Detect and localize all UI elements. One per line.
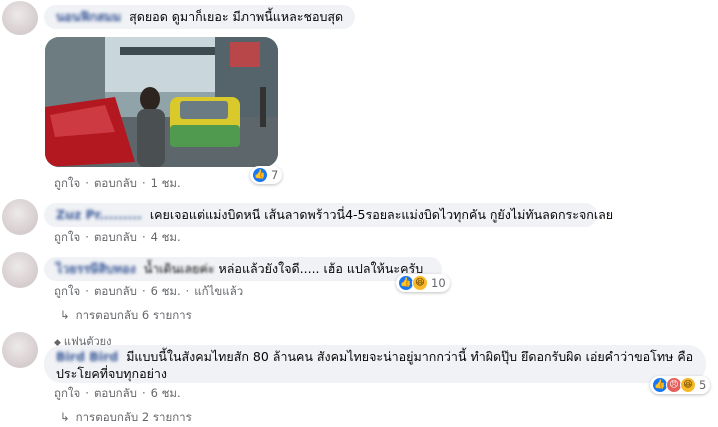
view-replies-link[interactable]: ↳ การตอบกลับ 6 รายการ bbox=[60, 307, 192, 325]
comment-author[interactable]: Bird Bird bbox=[56, 349, 118, 364]
reaction-count: 5 bbox=[699, 378, 707, 392]
comment-photo[interactable] bbox=[45, 37, 278, 167]
comment-text: มีแบบนี้ในสังคมไทยสัก 80 ล้านคน สังคมไทย… bbox=[56, 349, 694, 381]
comment-author[interactable]: ไวยรรษีสิบทอง bbox=[56, 261, 136, 276]
comment-actions: ถูกใจ · ตอบกลับ · 4 ชม. bbox=[54, 229, 181, 247]
like-link[interactable]: ถูกใจ bbox=[54, 283, 80, 301]
like-link[interactable]: ถูกใจ bbox=[54, 385, 80, 403]
comment-bubble: Bird Bird มีแบบนี้ในสังคมไทยสัก 80 ล้านค… bbox=[44, 345, 706, 383]
timestamp[interactable]: 4 ชม. bbox=[151, 229, 181, 247]
comment-text: เคยเจอแต่แม่งบิดหนี เส้นลาดพร้าวนี่4-5รอ… bbox=[149, 207, 614, 222]
comment-bubble: Zuz Pr......... เคยเจอแต่แม่งบิดหนี เส้น… bbox=[44, 203, 613, 227]
commenter-avatar[interactable] bbox=[2, 1, 38, 35]
comment-author[interactable]: Zuz Pr......... bbox=[56, 207, 142, 222]
street-scene-image bbox=[45, 37, 278, 167]
reaction-summary[interactable]: 👍 😆 10 bbox=[396, 274, 450, 292]
reply-link[interactable]: ตอบกลับ bbox=[94, 283, 137, 301]
comment-text-hidden: น้ำเดินเลยค่ะ bbox=[143, 261, 215, 276]
reply-link[interactable]: ตอบกลับ bbox=[94, 385, 137, 403]
reply-arrow-icon: ↳ bbox=[60, 308, 70, 322]
like-link[interactable]: ถูกใจ bbox=[54, 175, 80, 193]
thumbs-up-icon: 👍 bbox=[252, 167, 268, 183]
comment-bubble: นอนฟิกสมม สุดยอด ดูมาก็เยอะ มีภาพนี้แหละ… bbox=[44, 5, 356, 29]
haha-face-icon: 😆 bbox=[412, 275, 428, 291]
reply-link[interactable]: ตอบกลับ bbox=[94, 229, 137, 247]
timestamp[interactable]: 6 ชม. bbox=[151, 283, 181, 301]
view-replies-link[interactable]: ↳ การตอบกลับ 2 รายการ bbox=[60, 409, 192, 427]
comment-actions: ถูกใจ · ตอบกลับ · 1 ชม. bbox=[54, 175, 181, 193]
timestamp[interactable]: 1 ชม. bbox=[151, 175, 181, 193]
commenter-avatar[interactable] bbox=[2, 332, 38, 368]
comment-bubble: ไวยรรษีสิบทอง น้ำเดินเลยค่ะ หล่อแล้วยังใ… bbox=[44, 257, 442, 281]
reaction-count: 7 bbox=[271, 168, 279, 182]
like-link[interactable]: ถูกใจ bbox=[54, 229, 80, 247]
reaction-summary[interactable]: 👍 7 bbox=[250, 166, 283, 184]
haha-face-icon: 😆 bbox=[680, 377, 696, 393]
replies-count: การตอบกลับ 2 รายการ bbox=[75, 410, 192, 424]
reply-link[interactable]: ตอบกลับ bbox=[94, 175, 137, 193]
comment-actions: ถูกใจ · ตอบกลับ · 6 ชม. · แก้ไขแล้ว bbox=[54, 283, 243, 301]
comment-text: สุดยอด ดูมาก็เยอะ มีภาพนี้แหละชอบสุด bbox=[129, 9, 344, 24]
reply-arrow-icon: ↳ bbox=[60, 410, 70, 424]
reaction-count: 10 bbox=[431, 276, 446, 290]
commenter-avatar[interactable] bbox=[2, 199, 38, 235]
comment-author[interactable]: นอนฟิกสมม bbox=[56, 9, 121, 24]
reaction-summary[interactable]: 👍 😠 😆 5 bbox=[650, 376, 711, 394]
timestamp[interactable]: 6 ชม. bbox=[151, 385, 181, 403]
edited-label[interactable]: แก้ไขแล้ว bbox=[194, 283, 243, 301]
comment-actions: ถูกใจ · ตอบกลับ · 6 ชม. bbox=[54, 385, 181, 403]
commenter-avatar[interactable] bbox=[2, 252, 38, 288]
replies-count: การตอบกลับ 6 รายการ bbox=[75, 308, 192, 322]
comment-text: หล่อแล้วยังใจดี..... เฮ้อ แปลให้นะครับ bbox=[218, 261, 424, 276]
